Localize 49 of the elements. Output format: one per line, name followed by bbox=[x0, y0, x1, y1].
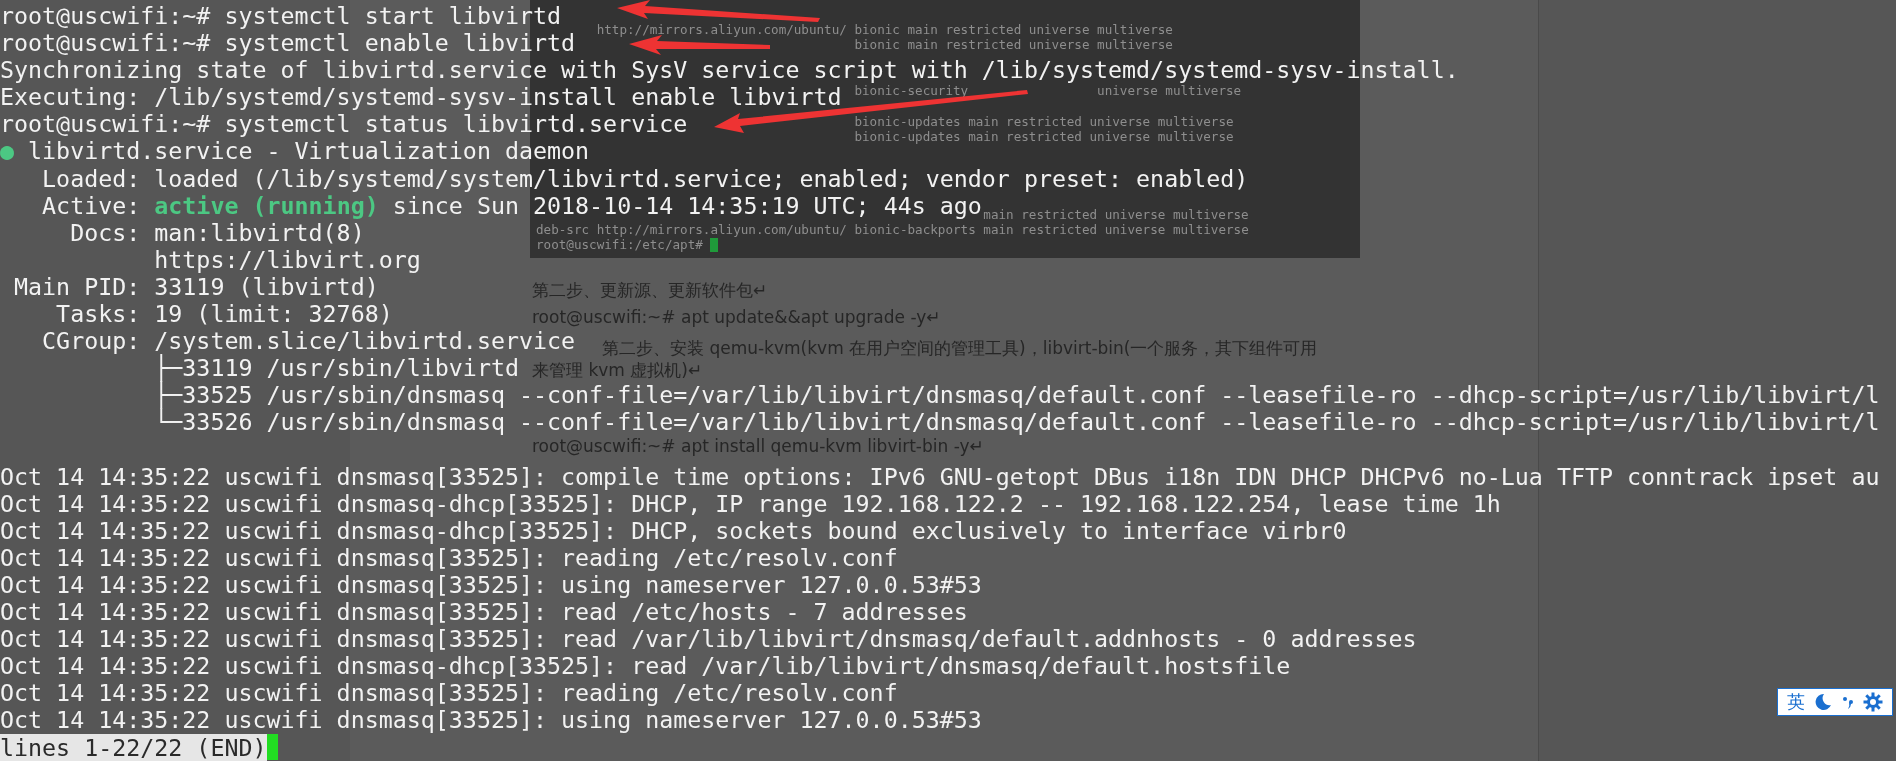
terminal-line: Executing: /lib/systemd/systemd-sysv-install enable libvirtd bbox=[0, 83, 842, 111]
terminal-line: └─33526 /usr/sbin/dnsmasq --conf-file=/var/lib/libvirt/dnsmasq/default.conf --leasefile-ro --dhcp-script=/usr/lib/libvirt/l bbox=[153, 408, 1880, 436]
cursor bbox=[710, 238, 719, 253]
log-line: Oct 14 14:35:22 uscwifi dnsmasq-dhcp[33525]: read /var/lib/libvirt/dnsmasq/default.hostsfile bbox=[0, 652, 1291, 680]
log-line: Oct 14 14:35:22 uscwifi dnsmasq[33525]: reading /etc/resolv.conf bbox=[0, 679, 898, 707]
terminal-line: Docs: man:libvirtd(8) bbox=[69, 218, 365, 246]
log-line: Oct 14 14:35:22 uscwifi dnsmasq-dhcp[33525]: DHCP, sockets bound exclusively to interface virbr0 bbox=[0, 516, 1347, 544]
log-line: Oct 14 14:35:22 uscwifi dnsmasq[33525]: using nameserver 127.0.0.53#53 bbox=[0, 570, 982, 599]
terminal-line: ├─33119 /usr/sbin/libvirtd bbox=[153, 354, 519, 382]
repo-suite: bionic bbox=[854, 36, 900, 53]
terminal-line: Synchronizing state of libvirtd.service with SysV service script with /lib/systemd/systemd-sysv-install. bbox=[0, 56, 1459, 84]
repo-suite: bionic-updates bbox=[854, 129, 961, 145]
screenshot-prompt: root@uscwifi:/etc/apt# bbox=[536, 237, 703, 253]
log-line: Oct 14 14:35:22 uscwifi dnsmasq[33525]: reading /etc/resolv.conf bbox=[0, 543, 898, 571]
repo-url: http://mirrors.aliyun.com/ubuntu/ bbox=[596, 21, 847, 37]
repo-components: universe multiverse bbox=[1097, 83, 1242, 99]
terminal-line: ● libvirtd.service - Virtualization daemon bbox=[0, 137, 590, 165]
moon-icon[interactable] bbox=[1814, 693, 1833, 711]
terminal-line: root@uscwifi:~# systemctl enable libvirtd bbox=[0, 29, 576, 57]
repo-components: main restricted universe multiverse bbox=[983, 222, 1249, 238]
log-line: Oct 14 14:35:22 uscwifi dnsmasq[33525]: compile time options: IPv6 GNU-getopt DBus i18n IDN DHCP DHCPv6 no-Lua TFTP conntrack ipset au bbox=[0, 462, 1880, 490]
log-line: Oct 14 14:35:22 uscwifi dnsmasq[33525]: using nameserver 127.0.0.53#53 bbox=[0, 706, 982, 734]
language-toggle[interactable]: 英 bbox=[1786, 690, 1805, 714]
repo-suite: bionic-security bbox=[854, 83, 969, 99]
repo-suite: bionic-updates bbox=[854, 114, 961, 130]
log-line: Oct 14 14:35:22 uscwifi dnsmasq-dhcp[33525]: DHCP, IP range 192.168.122.2 -- 192.168.122.254, lease time 1h bbox=[0, 489, 1501, 517]
repo-type: deb-src bbox=[536, 222, 590, 238]
terminal-line: ├─33525 /usr/sbin/dnsmasq --conf-file=/var/lib/libvirt/dnsmasq/default.conf --leasefile-ro --dhcp-script=/usr/lib/libvirt/l bbox=[153, 381, 1880, 409]
repo-components: main restricted universe multiverse bbox=[907, 36, 1173, 53]
terminal-line: root@uscwifi:~# systemctl start libvirtd bbox=[0, 2, 562, 30]
terminal-line: https://libvirt.org bbox=[153, 245, 421, 273]
repo-suite: bionic-backports bbox=[854, 222, 976, 238]
repo-components: main restricted universe multiverse bbox=[968, 129, 1234, 145]
log-line: Oct 14 14:35:22 uscwifi dnsmasq[33525]: read /var/lib/libvirt/dnsmasq/default.addnhosts - 0 addresses bbox=[0, 625, 1417, 653]
repo-url: http://mirrors.aliyun.com/ubuntu/ bbox=[596, 222, 847, 238]
terminal-line: Active: active (running) since Sun 2018-10-14 14:35:19 UTC; 44s ago bbox=[41, 191, 982, 219]
repo-components: main restricted universe multiverse bbox=[907, 21, 1173, 37]
terminal-line: Tasks: 19 (limit: 32768) bbox=[55, 300, 393, 328]
repo-suite: bionic bbox=[854, 21, 900, 37]
terminal-line: CGroup: /system.slice/libvirtd.service bbox=[41, 327, 576, 355]
cursor bbox=[266, 734, 278, 761]
terminal-line: root@uscwifi:~# systemctl status libvirtd.service bbox=[0, 110, 688, 138]
pager-status: lines 1-22/22 (END) bbox=[0, 733, 267, 761]
settings-icon[interactable] bbox=[1863, 692, 1884, 712]
terminal-line: Main PID: 33119 (libvirtd) bbox=[13, 272, 379, 301]
repo-components: main restricted universe multiverse bbox=[968, 114, 1234, 130]
repo-components: main restricted universe multiverse bbox=[983, 206, 1249, 223]
terminal-line: Loaded: loaded (/lib/systemd/system/libvirtd.service; enabled; vendor preset: enabled) bbox=[41, 164, 1249, 192]
log-line: Oct 14 14:35:22 uscwifi dnsmasq[33525]: read /etc/hosts - 7 addresses bbox=[0, 598, 968, 626]
